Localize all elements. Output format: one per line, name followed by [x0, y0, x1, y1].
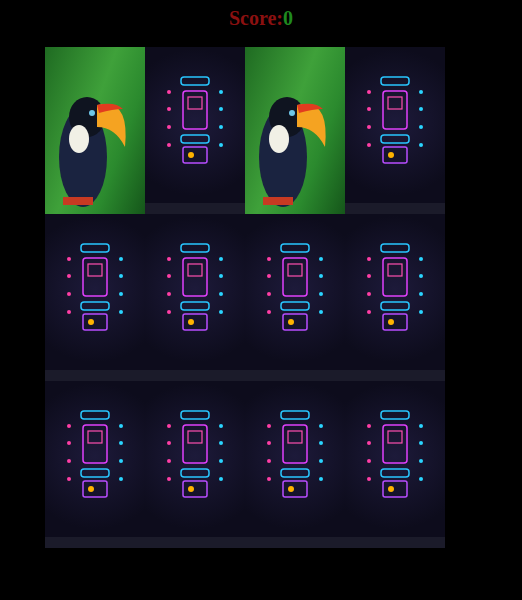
- card[interactable]: [245, 47, 345, 214]
- card[interactable]: [45, 381, 145, 548]
- card[interactable]: [145, 47, 245, 214]
- game-zone-back-icon: [145, 47, 245, 214]
- card[interactable]: [345, 214, 445, 381]
- card[interactable]: [245, 381, 345, 548]
- game-zone-back-icon: [345, 47, 445, 214]
- score-label: Score:: [229, 7, 283, 29]
- game-zone-back-icon: [145, 214, 245, 381]
- card[interactable]: [45, 47, 145, 214]
- game-zone-back-icon: [245, 214, 345, 381]
- toucan-picture-icon: [45, 47, 145, 214]
- score: Score:0: [0, 0, 522, 30]
- game-zone-back-icon: [45, 214, 145, 381]
- toucan-picture-icon: [245, 47, 345, 214]
- card[interactable]: [245, 214, 345, 381]
- game-zone-back-icon: [345, 381, 445, 548]
- card[interactable]: [345, 47, 445, 214]
- card[interactable]: [345, 381, 445, 548]
- game-zone-back-icon: [145, 381, 245, 548]
- card[interactable]: [45, 214, 145, 381]
- card[interactable]: [145, 214, 245, 381]
- game-zone-back-icon: [245, 381, 345, 548]
- score-value: 0: [283, 7, 293, 29]
- game-page: Score:0: [0, 0, 522, 600]
- game-zone-back-icon: [45, 381, 145, 548]
- game-zone-back-icon: [345, 214, 445, 381]
- card-grid: [45, 47, 445, 548]
- card[interactable]: [145, 381, 245, 548]
